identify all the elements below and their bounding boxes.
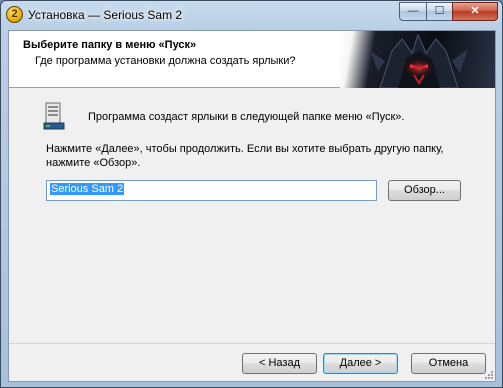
header-banner-image [340, 31, 495, 88]
window-title: Установка — Serious Sam 2 [28, 8, 183, 22]
wizard-header: Выберите папку в меню «Пуск» Где програм… [9, 31, 495, 88]
cancel-button[interactable]: Отмена [411, 353, 486, 374]
page-title: Выберите папку в меню «Пуск» [23, 39, 197, 51]
next-button[interactable]: Далее > [323, 353, 398, 374]
back-button[interactable]: < Назад [242, 353, 317, 374]
minimize-button[interactable]: — [399, 2, 427, 21]
info-text: Программа создаст ярлыки в следующей пап… [88, 111, 405, 123]
resize-grip-icon[interactable] [484, 370, 494, 380]
wizard-body: Программа создаст ярлыки в следующей пап… [9, 89, 495, 343]
footer-divider [9, 343, 495, 344]
warrior-helmet-image [370, 33, 468, 88]
instruction-text: Нажмите «Далее», чтобы продолжить. Если … [46, 143, 444, 169]
maximize-button[interactable]: ☐ [426, 2, 453, 21]
close-button[interactable]: ✕ [452, 2, 498, 21]
app-icon: 2 [6, 6, 23, 23]
page-subtitle: Где программа установки должна создать я… [35, 55, 296, 67]
start-menu-folder-input[interactable]: Serious Sam 2 [46, 180, 377, 201]
start-menu-folder-icon [43, 102, 65, 130]
folder-input-value: Serious Sam 2 [50, 183, 125, 195]
browse-button[interactable]: Обзор... [388, 180, 461, 201]
installer-window: 2 Установка — Serious Sam 2 — ☐ ✕ Выбери… [0, 0, 503, 388]
title-bar[interactable]: 2 Установка — Serious Sam 2 — ☐ ✕ [1, 1, 502, 29]
dialog-client-area: Выберите папку в меню «Пуск» Где програм… [8, 30, 496, 382]
